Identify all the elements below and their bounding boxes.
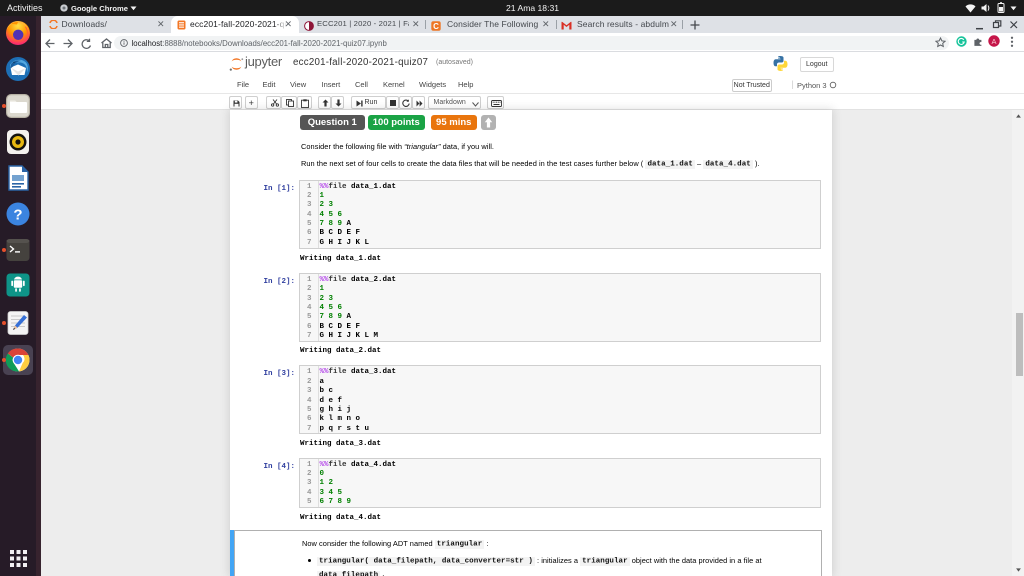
svg-text:A: A (991, 37, 996, 46)
svg-text:C: C (433, 21, 439, 30)
svg-text:?: ? (13, 207, 22, 224)
